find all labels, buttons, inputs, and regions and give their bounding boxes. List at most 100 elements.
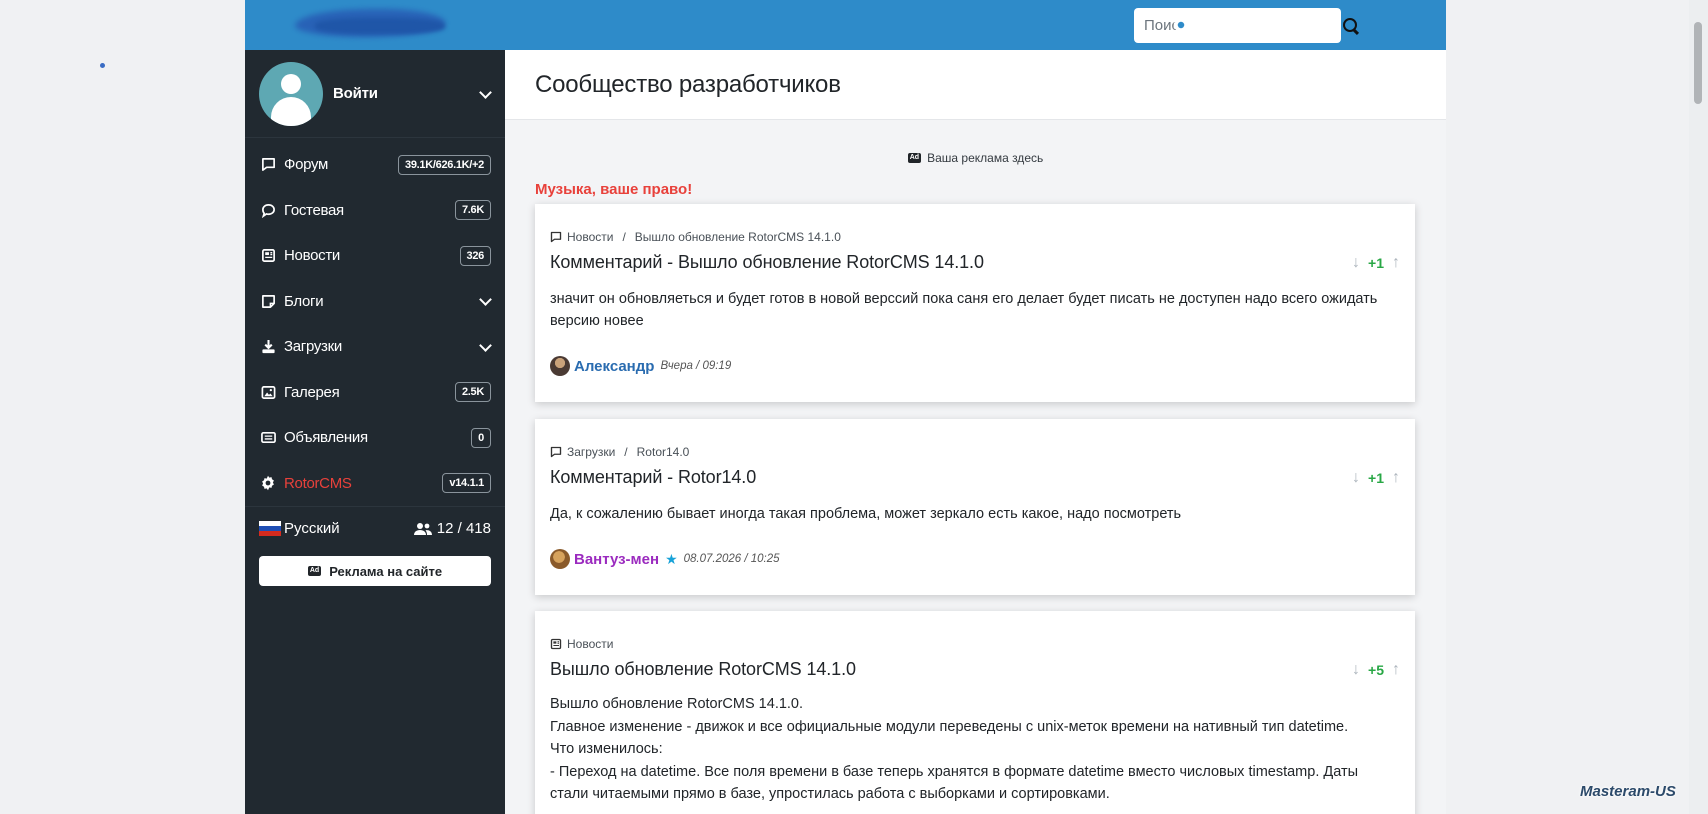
sidebar-item-rotorcms[interactable]: RotorCMS v14.1.1 [245,461,505,507]
author-avatar[interactable] [550,356,570,376]
version-badge: v14.1.1 [442,473,491,494]
breadcrumb-link[interactable]: Загрузки [567,445,615,459]
page-header: Сообщество разработчиков [505,50,1446,120]
sidebar-item-label: Загрузки [284,338,342,356]
count-badge: 39.1K/626.1K/+2 [398,154,491,175]
post-card: Загрузки / Rotor14.0 Комментарий - Rotor… [535,419,1415,595]
arrow-down-icon[interactable]: ↓ [1352,254,1360,272]
post-title[interactable]: Комментарий - Rotor14.0 [550,467,1352,488]
rectangle-list-icon [259,430,277,446]
post-title[interactable]: Комментарий - Вышло обновление RotorCMS … [550,252,1352,273]
download-icon [259,339,277,355]
rating: ↓ +5 ↑ [1352,661,1400,679]
newspaper-icon [259,248,277,264]
image-icon [259,384,277,400]
advertise-label: Реклама на сайте [329,563,443,579]
chat-icon [550,446,562,458]
site-logo[interactable] [245,0,505,50]
ad-icon: Ad [907,153,922,163]
sidebar-item-label: Блоги [284,292,324,310]
post-text: Вышло обновление RotorCMS 14.1.0. Главно… [550,693,1400,806]
sidebar-item-label: RotorCMS [284,474,352,492]
main-content: Сообщество разработчиков Ad Ваша реклама… [505,50,1446,814]
users-icon [413,522,432,535]
breadcrumb-link[interactable]: Новости [567,637,613,651]
arrow-down-icon[interactable]: ↓ [1352,469,1360,487]
rating: ↓ +1 ↑ [1352,254,1400,272]
sidebar-item-label: Форум [284,156,329,174]
sidebar: Войти Форум 39.1K/626.1K/+2 Гостевая 7.6… [245,0,505,814]
note-icon [259,293,277,309]
rating: ↓ +1 ↑ [1352,469,1400,487]
author-row: Вантуз-мен ★ 08.07.2026 / 10:25 [550,549,1400,590]
post-text-line: Главное изменение - движок и все официал… [550,718,1349,735]
post-text: Да, к сожалению бывает иногда такая проб… [550,506,1182,522]
author-row: Александр Вчера / 09:19 [550,356,1400,397]
rating-value: +5 [1368,661,1384,678]
star-icon: ★ [665,550,678,567]
post-card: Новости / Вышло обновление RotorCMS 14.1… [535,204,1415,402]
logo-blur-inner [315,18,445,34]
chevron-down-icon [479,341,491,353]
page-scrollbar[interactable] [1689,0,1708,814]
sidebar-item-label: Галерея [284,383,340,401]
post-text-line: - Переход на datetime. Все поля времени … [550,763,1359,803]
sidebar-item-label: Новости [284,247,340,265]
count-badge: 0 [471,427,491,448]
page-title: Сообщество разработчиков [535,70,841,98]
sidebar-item-label: Гостевая [284,201,344,219]
author-name[interactable]: Александр [574,358,654,375]
arrow-down-icon[interactable]: ↓ [1352,661,1360,679]
post-text-line: Вышло обновление RotorCMS 14.1.0. [550,696,804,712]
post-title[interactable]: Вышло обновление RotorCMS 14.1.0 [550,659,1352,680]
sidebar-item-ads[interactable]: Объявления 0 [245,415,505,461]
ad-banner[interactable]: Ad Ваша реклама здесь [505,151,1446,165]
arrow-up-icon[interactable]: ↑ [1392,661,1400,679]
online-counter[interactable]: 12 / 418 [413,520,491,537]
arrow-up-icon[interactable]: ↑ [1392,469,1400,487]
post-card: Новости Вышло обновление RotorCMS 14.1.0… [535,611,1415,814]
top-bar [505,0,1446,50]
sidebar-item-label: Объявления [284,429,368,447]
breadcrumb-link[interactable]: Rotor14.0 [637,445,690,459]
breadcrumb-link[interactable]: Новости [567,230,613,244]
search-box [1134,8,1357,43]
comment-icon [259,202,277,218]
ad-banner-label: Ваша реклама здесь [927,151,1044,165]
author-avatar[interactable] [550,549,570,569]
language-selector[interactable]: Русский [284,520,413,537]
sidebar-item-guestbook[interactable]: Гостевая 7.6K [245,188,505,234]
sidebar-item-forum[interactable]: Форум 39.1K/626.1K/+2 [245,142,505,188]
breadcrumb: Новости / Вышло обновление RotorCMS 14.1… [550,230,1400,244]
rating-value: +1 [1368,254,1384,271]
sidebar-item-gallery[interactable]: Галерея 2.5K [245,370,505,416]
rating-value: +1 [1368,469,1384,486]
post-text: значит он обновляеться и будет готов в н… [550,291,1378,329]
sidebar-item-news[interactable]: Новости 326 [245,233,505,279]
page-layout: Войти Форум 39.1K/626.1K/+2 Гостевая 7.6… [245,0,1446,814]
count-badge: 326 [459,245,491,266]
advertise-button[interactable]: Ad Реклама на сайте [259,556,491,586]
post-date: 08.07.2026 / 10:25 [683,553,780,565]
chat-icon [550,231,562,243]
breadcrumb: Загрузки / Rotor14.0 [550,445,1400,459]
count-badge: 7.6K [454,200,491,221]
post-date: Вчера / 09:19 [660,360,732,372]
count-badge: 2.5K [454,382,491,403]
author-name[interactable]: Вантуз-мен [574,551,659,568]
sidebar-item-downloads[interactable]: Загрузки [245,324,505,370]
promo-link[interactable]: Музыка, ваше право! [535,181,692,198]
settings-gear-icon[interactable] [1169,13,1193,37]
login-label: Войти [333,85,378,102]
stray-dot [100,63,105,68]
user-menu[interactable]: Войти [245,50,505,138]
chat-icon [259,157,277,173]
chevron-down-icon [479,295,491,307]
gear-icon [259,475,277,491]
arrow-up-icon[interactable]: ↑ [1392,254,1400,272]
newspaper-icon [550,638,562,650]
login-icon[interactable] [1207,13,1231,37]
scrollbar-thumb[interactable] [1694,22,1702,104]
sidebar-item-blogs[interactable]: Блоги [245,279,505,325]
breadcrumb-link[interactable]: Вышло обновление RotorCMS 14.1.0 [635,230,841,244]
